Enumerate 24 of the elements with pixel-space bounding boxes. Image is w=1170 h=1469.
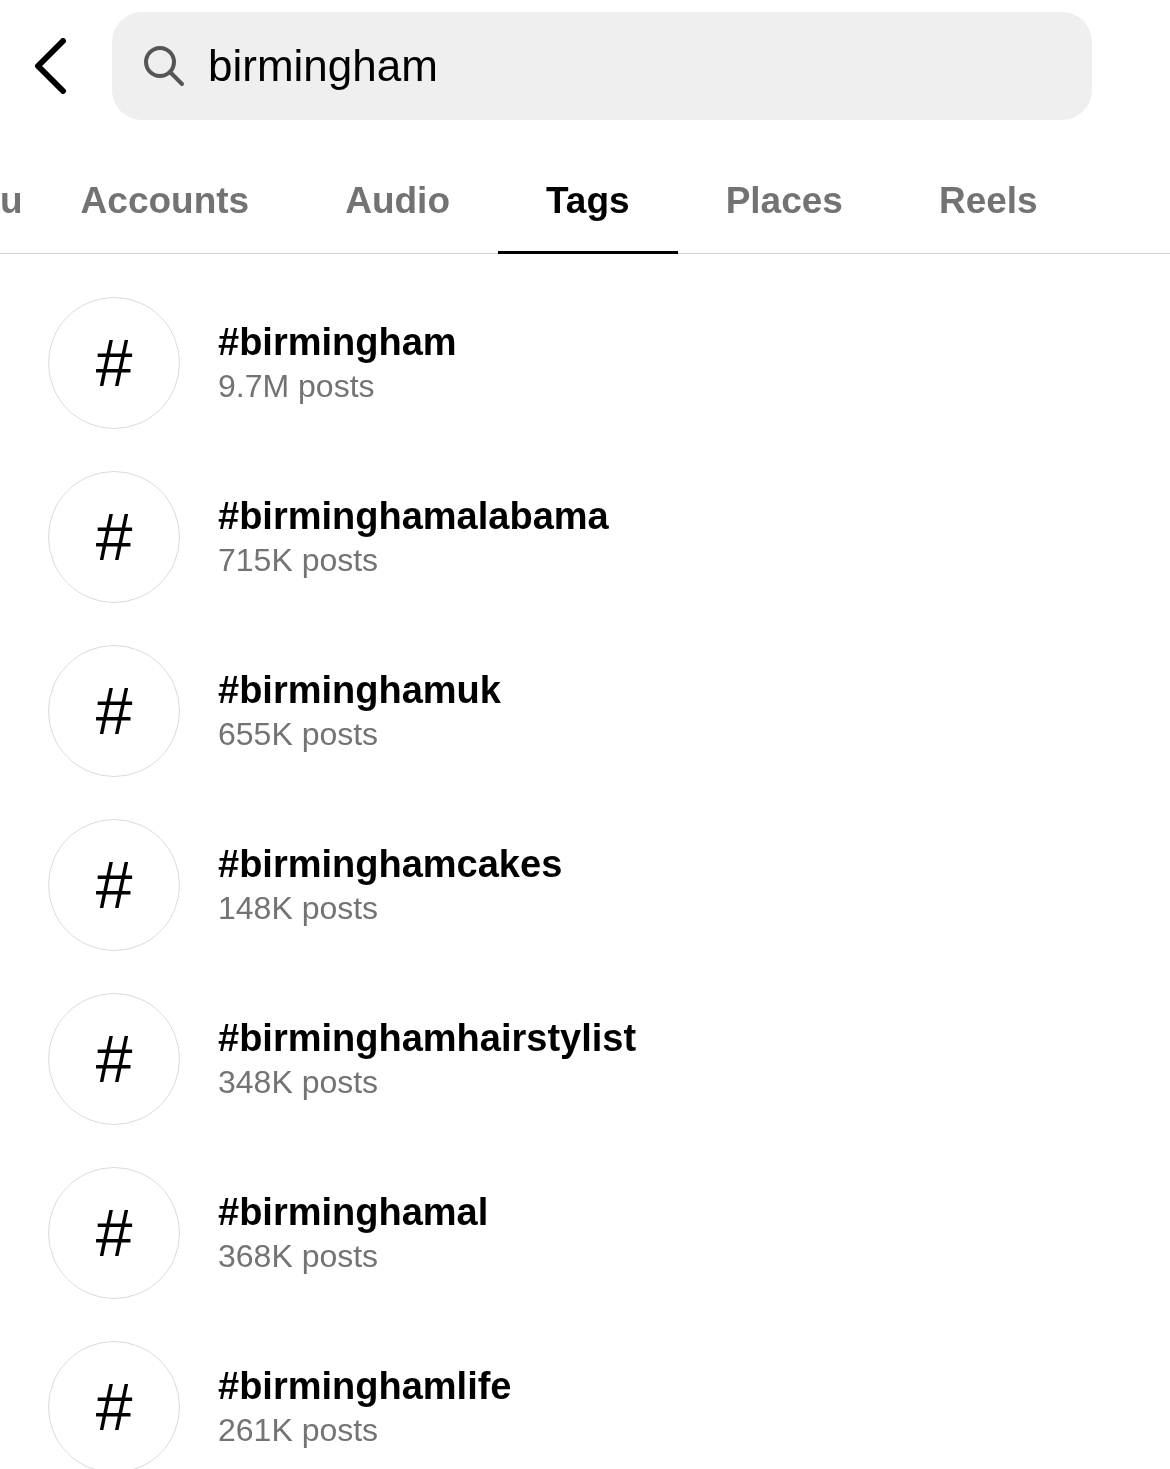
hashtag-name[interactable]: #birminghamalabama — [218, 495, 609, 538]
back-button[interactable] — [32, 38, 68, 94]
post-count: 348K posts — [218, 1064, 380, 1101]
tab[interactable]: Audio — [297, 120, 498, 254]
search-field[interactable]: birmingham — [112, 12, 1092, 120]
tab[interactable]: Places — [677, 120, 891, 254]
post-count: 655K posts — [218, 716, 380, 753]
post-count: 261K posts — [218, 1412, 380, 1449]
hashtag-name[interactable]: #birminghamcakes — [218, 843, 563, 886]
tab[interactable]: Reels — [890, 120, 1086, 254]
post-count: 368K posts — [218, 1238, 380, 1275]
hashtag-name[interactable]: #birmingham — [218, 321, 457, 364]
post-count: 9.7M posts — [218, 368, 376, 405]
hashtag-name[interactable]: #birminghamal — [218, 1191, 489, 1234]
post-count: 148K posts — [218, 890, 380, 927]
hashtag-name[interactable]: #birminghamuk — [218, 669, 501, 712]
post-count: 715K posts — [218, 542, 380, 579]
tab[interactable]: Accounts — [32, 120, 298, 254]
tab[interactable]: u — [0, 120, 23, 254]
tab[interactable]: Tags — [498, 120, 678, 254]
hashtag-name[interactable]: #birminghamhairstylist — [218, 1017, 637, 1060]
chevron-left-icon — [33, 38, 67, 94]
search-icon — [142, 44, 186, 88]
hashtag-name[interactable]: #birminghamlife — [218, 1365, 512, 1408]
